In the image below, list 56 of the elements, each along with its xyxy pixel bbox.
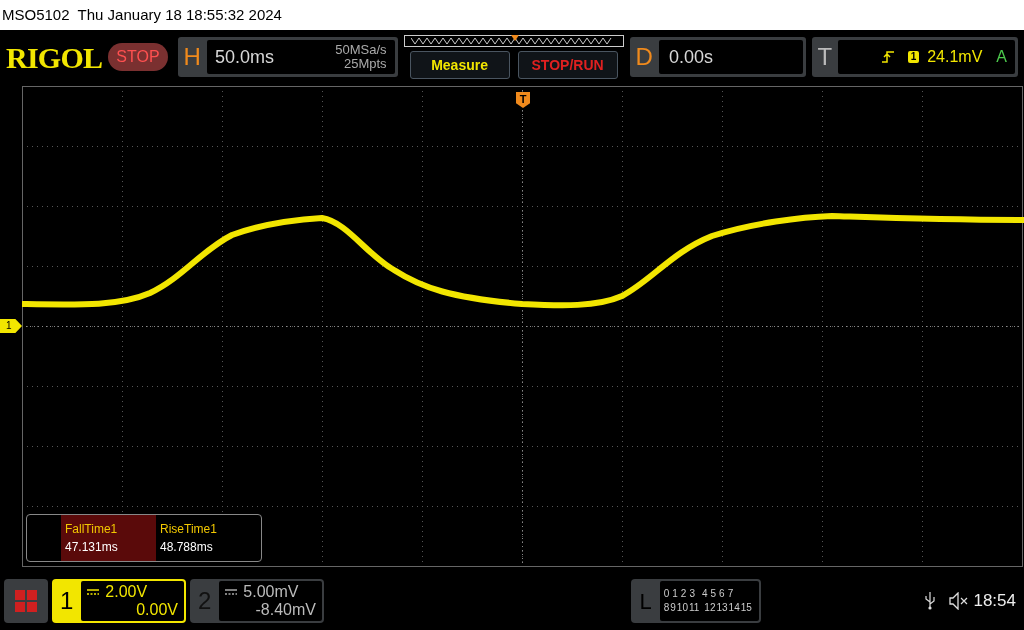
clock-time: 18:54 bbox=[973, 590, 1016, 613]
channel-scale: 5.00mV bbox=[243, 583, 299, 601]
title-bar-text: MSO5102 Thu January 18 18:55:32 2024 bbox=[2, 4, 282, 25]
logic-channel-number: 3 bbox=[689, 588, 695, 600]
measurement-value: 47.131ms bbox=[65, 539, 119, 556]
logic-channel-number: 2 bbox=[680, 588, 687, 600]
measurement-item[interactable]: FallTime1 47.131ms bbox=[61, 515, 156, 561]
trigger-level: 24.1mV bbox=[927, 47, 983, 67]
logic-channel-number: 8 bbox=[663, 602, 670, 614]
toolbar-button[interactable]: STOP/RUN bbox=[517, 51, 618, 79]
logic-channel-number: 9 bbox=[670, 602, 676, 614]
logic-channel-number: 5 bbox=[710, 588, 717, 600]
channel-panel[interactable]: 1 2.00V 0.00V bbox=[52, 579, 186, 623]
delay-label: D bbox=[634, 42, 654, 72]
logic-channel-number: 14 bbox=[728, 602, 740, 614]
timebase-value: 50.0ms bbox=[214, 45, 274, 69]
delay-panel[interactable]: D 0.00s bbox=[629, 37, 806, 77]
sample-rate: 50MSa/s bbox=[335, 43, 387, 57]
channel-number: 1 bbox=[59, 586, 75, 616]
logic-channel-number: 0 bbox=[663, 588, 670, 600]
logic-channel-number: 6 bbox=[719, 588, 725, 600]
logic-channel-number: 13 bbox=[716, 602, 728, 614]
measurement-name: FallTime1 bbox=[65, 521, 119, 538]
trigger-mode: A bbox=[996, 47, 1007, 67]
channel-offset: 0.00V bbox=[136, 601, 178, 619]
measurement-name: RiseTime1 bbox=[160, 521, 218, 538]
usb-icon bbox=[925, 592, 936, 610]
speaker-muted-icon[interactable] bbox=[949, 592, 970, 610]
grid-menu-icon bbox=[15, 590, 37, 612]
memory-depth: 25Mpts bbox=[343, 57, 387, 71]
logic-channel-number: 12 bbox=[704, 602, 716, 614]
trigger-panel[interactable]: T 1 24.1mV A bbox=[811, 37, 1018, 77]
channel-1-marker[interactable]: 1 bbox=[0, 319, 22, 333]
trigger-label: T bbox=[816, 42, 834, 72]
logic-channel-number: 1 bbox=[672, 588, 678, 600]
trigger-position-marker[interactable]: T bbox=[516, 92, 530, 108]
rising-edge-icon bbox=[881, 51, 894, 63]
logic-panel[interactable]: L 0 1 2 3 4 5 6 7 891011 12131415 bbox=[631, 579, 762, 623]
horizontal-panel[interactable]: H 50.0ms 50MSa/s 25Mpts bbox=[177, 37, 398, 77]
logic-channel-number: 4 bbox=[701, 588, 708, 600]
dc-coupling-icon bbox=[225, 588, 238, 596]
channel-scale: 2.00V bbox=[105, 583, 148, 601]
logic-label: L bbox=[638, 587, 653, 616]
measurement-value: 48.788ms bbox=[160, 539, 214, 556]
trigger-source-badge: 1 bbox=[907, 51, 920, 63]
logic-channel-number: 11 bbox=[688, 602, 700, 614]
logic-channel-number: 7 bbox=[727, 588, 734, 600]
position-marker-icon bbox=[510, 35, 519, 41]
logic-channel-number: 10 bbox=[676, 602, 688, 614]
channel-offset: -8.40mV bbox=[255, 601, 316, 619]
logic-channel-number: 15 bbox=[740, 602, 752, 614]
horizontal-label: H bbox=[182, 42, 202, 72]
delay-value: 0.00s bbox=[668, 45, 713, 69]
dc-coupling-icon bbox=[87, 588, 100, 596]
logo: RIGOL bbox=[6, 39, 103, 76]
toolbar-button[interactable]: Measure bbox=[409, 51, 510, 79]
